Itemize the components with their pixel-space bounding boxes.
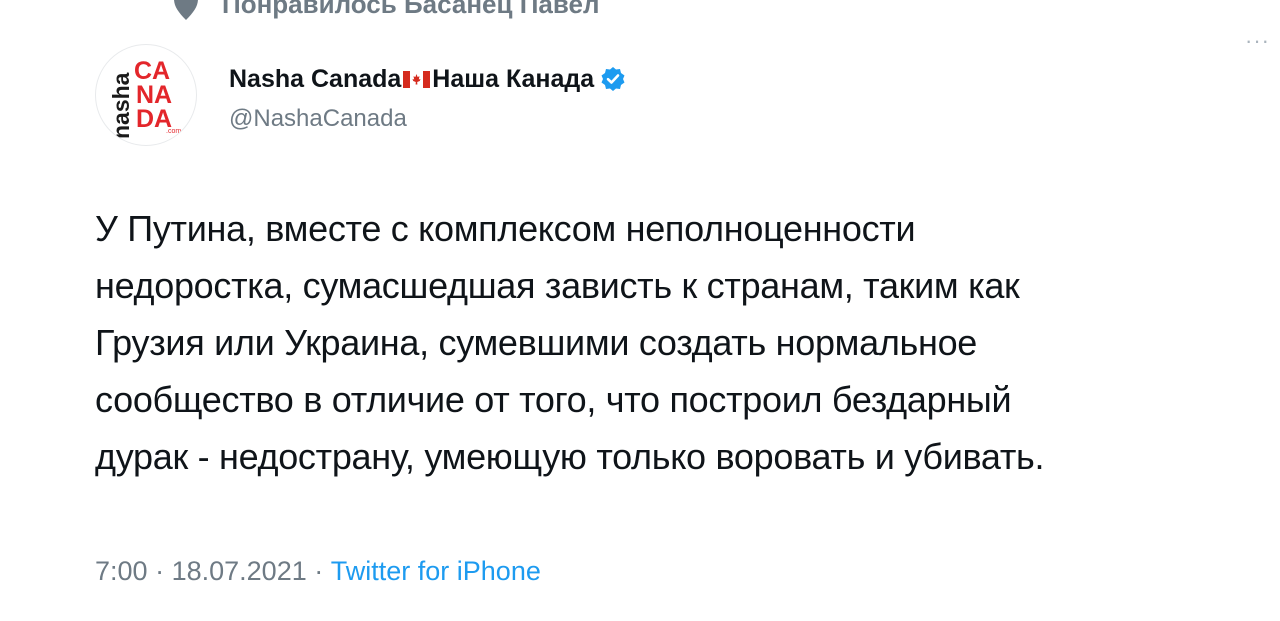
nasha-canada-logo: nasha CA NA DA .com bbox=[108, 57, 181, 139]
svg-text:.com: .com bbox=[166, 128, 181, 135]
author-names: Nasha Canada Наша Канада @NashaCanada bbox=[229, 64, 626, 154]
tweet-meta: 7:00 · 18.07.2021 · Twitter for iPhone bbox=[95, 556, 541, 587]
author-name-latin: Nasha Canada bbox=[229, 65, 402, 93]
tweet-text: У Путина, вместе с комплексом неполноцен… bbox=[95, 200, 1215, 485]
heart-icon bbox=[174, 0, 198, 20]
author-name-cyrillic: Наша Канада bbox=[432, 65, 595, 93]
tweet-detail: Понравилось Басанец Павел nasha CA NA DA… bbox=[0, 0, 1280, 621]
author-display-name[interactable]: Nasha Canada Наша Канада bbox=[229, 64, 626, 94]
meta-separator: · bbox=[155, 556, 165, 586]
avatar[interactable]: nasha CA NA DA .com bbox=[95, 44, 197, 146]
meta-separator: · bbox=[314, 556, 324, 586]
social-context-label: Понравилось Басанец Павел bbox=[222, 0, 600, 19]
tweet-header: nasha CA NA DA .com Nasha Canada Наша Ка… bbox=[95, 44, 1240, 154]
tweet-time[interactable]: 7:00 bbox=[95, 556, 148, 587]
tweet-text-line: дурак - недострану, умеющую только воров… bbox=[95, 436, 1045, 477]
tweet-text-line: недоростка, сумасшедшая зависть к страна… bbox=[95, 265, 1020, 306]
verified-badge-icon bbox=[601, 67, 625, 91]
svg-text:nasha: nasha bbox=[108, 72, 134, 139]
more-options-button[interactable]: ··· bbox=[1245, 28, 1270, 54]
tweet-date[interactable]: 18.07.2021 bbox=[172, 556, 307, 587]
tweet-text-line: Грузия или Украина, сумевшими создать но… bbox=[95, 322, 978, 363]
author-handle[interactable]: @NashaCanada bbox=[229, 104, 626, 134]
canada-flag-icon bbox=[403, 70, 431, 88]
tweet-source-link[interactable]: Twitter for iPhone bbox=[331, 556, 541, 587]
tweet-text-line: У Путина, вместе с комплексом неполноцен… bbox=[95, 208, 916, 249]
social-context[interactable]: Понравилось Басанец Павел bbox=[172, 0, 599, 24]
tweet-text-line: сообщество в отличие от того, что постро… bbox=[95, 379, 1012, 420]
